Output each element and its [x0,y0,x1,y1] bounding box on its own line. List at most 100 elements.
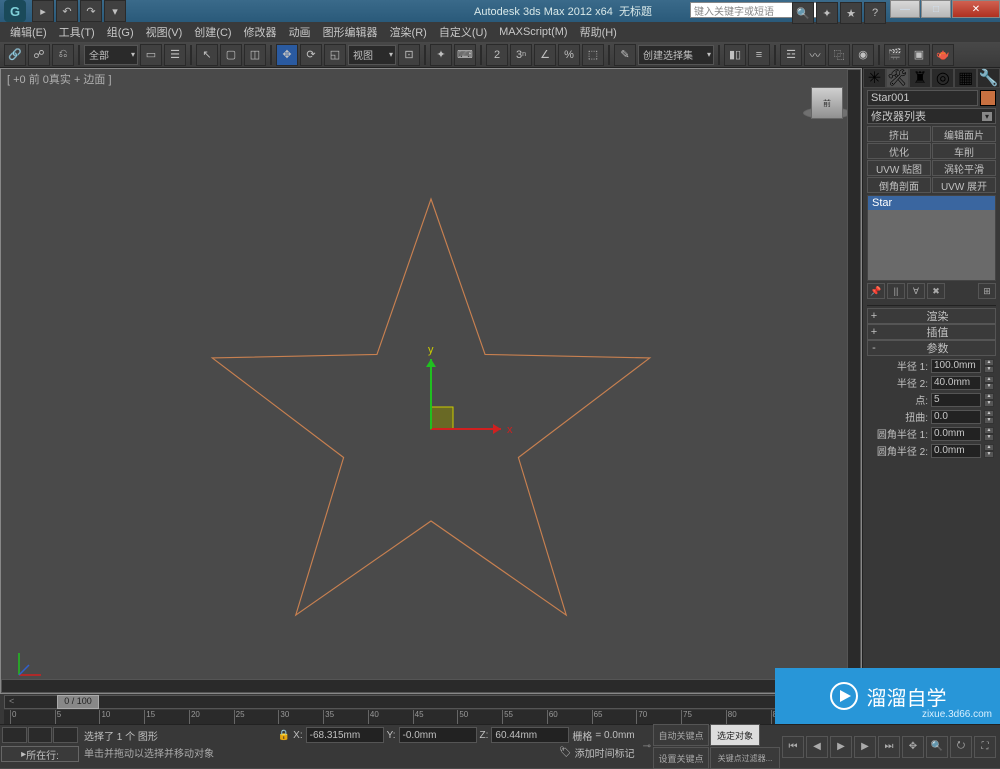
comm-icon[interactable]: ★ [840,2,862,24]
named-sel-dropdown[interactable]: 创建选择集 [638,45,714,65]
viewcube[interactable]: 前 [811,87,843,119]
app-icon[interactable]: G [4,0,26,22]
tab-modify-icon[interactable]: 🛠 [886,68,909,88]
bind-icon[interactable]: ⎌ [52,44,74,66]
menu-customize[interactable]: 自定义(U) [433,24,493,40]
mod-lathe[interactable]: 车削 [932,143,996,159]
time-slider-handle[interactable]: 0 / 100 [57,695,99,709]
nav-orbit-icon[interactable]: ⭮ [950,736,972,758]
tab-motion-icon[interactable]: ◎ [931,68,954,88]
render-icon[interactable]: 🫖 [932,44,954,66]
schematic-icon[interactable]: ⿻ [828,44,850,66]
time-slider[interactable]: < 0 / 100 > [4,695,858,709]
nav-max-icon[interactable]: ⛶ [974,736,996,758]
track-mini[interactable] [0,725,80,745]
select-arrow-icon[interactable]: ↖ [196,44,218,66]
menu-maxscript[interactable]: MAXScript(M) [493,26,573,38]
stack-pin-icon[interactable]: 📌 [867,283,885,299]
layers-icon[interactable]: ☲ [780,44,802,66]
distort-spinner[interactable]: ▲▼ [984,410,994,424]
angle-snap-icon[interactable]: ∠ [534,44,556,66]
tab-create-icon[interactable]: ✳ [863,68,886,88]
mod-extrude[interactable]: 挤出 [867,126,931,142]
select-name-icon[interactable]: ☰ [164,44,186,66]
qat-undo-icon[interactable]: ↶ [56,0,78,22]
setkey-button[interactable]: 设置关键点 [653,747,709,769]
minimize-button[interactable]: — [890,0,920,18]
points-input[interactable]: 5 [931,393,981,407]
edit-named-sel-icon[interactable]: ✎ [614,44,636,66]
menu-animation[interactable]: 动画 [283,24,317,40]
nav-pan-icon[interactable]: ✥ [902,736,924,758]
time-ruler[interactable]: 051015202530354045505560657075808590 [4,710,858,724]
rollout-params[interactable]: -参数 [867,340,996,356]
manip-icon[interactable]: ✦ [430,44,452,66]
ref-coord-dropdown[interactable]: 视图 [348,45,396,65]
stack-unique-icon[interactable]: ∀ [907,283,925,299]
menu-tools[interactable]: 工具(T) [53,24,101,40]
lock-icon[interactable]: 🔒 [278,730,290,741]
help-icon[interactable]: ? [864,2,886,24]
menu-group[interactable]: 组(G) [101,24,140,40]
stack-remove-icon[interactable]: ✖ [927,283,945,299]
move-icon[interactable]: ✥ [276,44,298,66]
menu-help[interactable]: 帮助(H) [574,24,623,40]
radius2-input[interactable]: 40.0mm [931,376,981,390]
stack-show-icon[interactable]: || [887,283,905,299]
selection-filter-dropdown[interactable]: 全部 [84,45,138,65]
snap-2d-icon[interactable]: 2 [486,44,508,66]
menu-views[interactable]: 视图(V) [140,24,189,40]
pivot-icon[interactable]: ⊡ [398,44,420,66]
rollout-render[interactable]: +渲染 [867,308,996,324]
info-icon[interactable]: ✦ [816,2,838,24]
viewport-front[interactable]: [ +0 前 0真实 + 边面 ] 前 x y [0,68,862,694]
mod-turbosmooth[interactable]: 涡轮平滑 [932,160,996,176]
close-button[interactable]: ✕ [952,0,1000,18]
coord-z[interactable]: 60.44mm [491,727,569,743]
radius2-spinner[interactable]: ▲▼ [984,376,994,390]
rollout-interp[interactable]: +插值 [867,324,996,340]
fillet1-input[interactable]: 0.0mm [931,427,981,441]
select-object-icon[interactable]: ▭ [140,44,162,66]
qat-dropdown-icon[interactable]: ▾ [104,0,126,22]
unlink-icon[interactable]: ☍ [28,44,50,66]
curve-editor-icon[interactable]: 〰 [804,44,826,66]
tab-hierarchy-icon[interactable]: ♜ [909,68,932,88]
coord-x[interactable]: -68.315mm [306,727,384,743]
mod-uvwmap[interactable]: UVW 贴图 [867,160,931,176]
menu-grapheditors[interactable]: 图形编辑器 [317,24,384,40]
qat-new-icon[interactable]: ▸ [32,0,54,22]
mod-editpatch[interactable]: 编辑面片 [932,126,996,142]
coord-y[interactable]: -0.0mm [399,727,477,743]
link-icon[interactable]: 🔗 [4,44,26,66]
menu-create[interactable]: 创建(C) [188,24,237,40]
menu-modifiers[interactable]: 修改器 [238,24,283,40]
modifier-list-dropdown[interactable]: 修改器列表 [867,108,996,124]
spinner-snap-icon[interactable]: ⬚ [582,44,604,66]
time-tag-icon[interactable]: 🏷 [559,747,572,758]
viewport-scroll-h[interactable] [1,679,847,693]
window-crossing-icon[interactable]: ◫ [244,44,266,66]
rotate-icon[interactable]: ⟳ [300,44,322,66]
fillet1-spinner[interactable]: ▲▼ [984,427,994,441]
material-editor-icon[interactable]: ◉ [852,44,874,66]
render-frame-icon[interactable]: ▣ [908,44,930,66]
menu-rendering[interactable]: 渲染(R) [384,24,433,40]
align-icon[interactable]: ≡ [748,44,770,66]
mod-bevelprofile[interactable]: 倒角剖面 [867,177,931,193]
stack-config-icon[interactable]: ⊞ [978,283,996,299]
object-name-input[interactable]: Star001 [867,90,978,106]
add-time-tag[interactable]: 添加时间标记 [575,745,635,760]
goto-end-icon[interactable]: ⏭ [878,736,900,758]
tab-display-icon[interactable]: ▦ [954,68,977,88]
row-button[interactable]: ▸ 所在行: [1,746,79,762]
render-setup-icon[interactable]: 🎬 [884,44,906,66]
radius1-spinner[interactable]: ▲▼ [984,359,994,373]
goto-start-icon[interactable]: ⏮ [782,736,804,758]
search-icon[interactable]: 🔍 [792,2,814,24]
tab-utilities-icon[interactable]: 🔧 [977,68,1000,88]
radius1-input[interactable]: 100.0mm [931,359,981,373]
viewport-label[interactable]: [ +0 前 0真实 + 边面 ] [7,71,112,87]
menu-edit[interactable]: 编辑(E) [4,24,53,40]
key-filters-button[interactable]: 关键点过滤器... [710,747,780,769]
